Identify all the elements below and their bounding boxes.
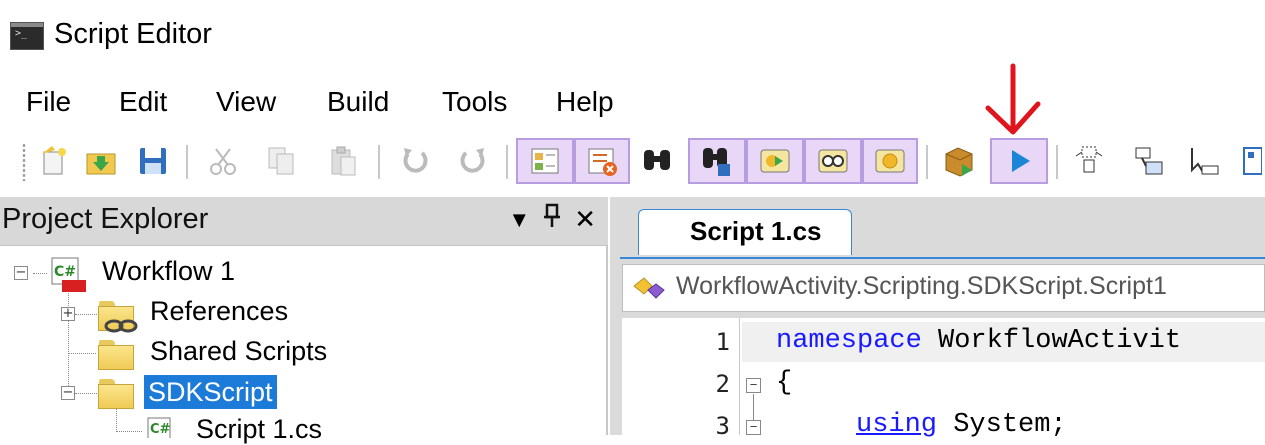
menu-build[interactable]: Build (327, 86, 389, 118)
toolbar-separator (506, 145, 508, 179)
terminal-app-icon (10, 22, 44, 50)
code-line-1: namespace WorkflowActivit (776, 326, 1181, 356)
toolbar-grip[interactable] (22, 143, 26, 181)
toolbar-separator (1056, 145, 1058, 179)
menu-view[interactable]: View (216, 86, 276, 118)
toolbar-separator (378, 145, 380, 179)
cut-icon[interactable] (200, 138, 246, 184)
title-bar: Script Editor (0, 0, 1265, 72)
class-navigator-icon (633, 277, 665, 299)
panel-dropdown-icon[interactable]: ▼ (508, 207, 530, 233)
code-text: System; (937, 410, 1067, 440)
tree-node-workflow[interactable]: Workflow 1 (102, 256, 235, 287)
copy-icon[interactable] (258, 138, 304, 184)
expander-sdkscript[interactable]: − (61, 386, 75, 400)
pin-icon[interactable] (542, 203, 562, 236)
panel-controls: ▼ ✕ (508, 203, 596, 236)
menu-tools[interactable]: Tools (442, 86, 507, 118)
window-title: Script Editor (54, 18, 212, 50)
watch-icon[interactable] (804, 138, 862, 184)
red-annotation-arrow-icon (985, 63, 1041, 135)
build-icon[interactable] (936, 138, 982, 184)
expander-workflow[interactable]: − (14, 266, 28, 280)
breakpoint-icon[interactable] (862, 138, 918, 184)
redo-icon[interactable] (450, 138, 496, 184)
menu-bar: File Edit View Build Tools Help (0, 80, 1265, 128)
tree-node-sdkscript[interactable]: SDKScript (144, 375, 277, 409)
collapse-region-icon[interactable]: − (746, 378, 761, 393)
close-icon[interactable]: ✕ (574, 204, 596, 235)
paste-icon[interactable] (320, 138, 366, 184)
svg-text:C#: C# (54, 264, 76, 280)
find-in-files-icon[interactable] (688, 138, 746, 184)
toolbar-separator (186, 145, 188, 179)
code-line-3: using System; (856, 410, 1067, 440)
tree-node-shared-scripts[interactable]: Shared Scripts (150, 336, 327, 367)
link-icon (104, 319, 138, 333)
tree-node-script-file[interactable]: Script 1.cs (196, 414, 322, 445)
properties-icon[interactable] (516, 138, 574, 184)
find-icon[interactable] (634, 138, 680, 184)
undo-icon[interactable] (392, 138, 438, 184)
project-explorer-header: Project Explorer ▼ ✕ (0, 197, 608, 246)
tree-node-references[interactable]: References (150, 296, 288, 327)
line-number: 3 (715, 412, 730, 440)
step-out-icon[interactable] (1180, 138, 1226, 184)
step-into-icon[interactable] (1066, 138, 1112, 184)
toolbar (0, 133, 1265, 193)
start-debug-icon[interactable] (746, 138, 804, 184)
run-icon[interactable] (990, 138, 1048, 184)
csharp-project-icon: C# (51, 257, 86, 292)
expander-references[interactable]: + (61, 307, 75, 321)
navigation-path: WorkflowActivity.Scripting.SDKScript.Scr… (676, 272, 1167, 300)
save-icon[interactable] (130, 138, 176, 184)
sdkscript-folder-icon (98, 379, 134, 409)
toolbar-separator (926, 145, 928, 179)
project-explorer-title: Project Explorer (2, 203, 209, 235)
open-folder-icon[interactable] (78, 138, 124, 184)
window-layout-icon[interactable] (1238, 138, 1265, 184)
line-number: 1 (715, 328, 730, 356)
code-line-2: { (776, 368, 792, 398)
code-text: WorkflowActivit (921, 326, 1182, 356)
step-over-icon[interactable] (1126, 138, 1172, 184)
code-text: { (776, 368, 793, 398)
shared-scripts-folder-icon (98, 340, 134, 370)
menu-edit[interactable]: Edit (119, 86, 167, 118)
tab-script-1-label: Script 1.cs (690, 216, 822, 246)
new-script-icon[interactable] (32, 138, 78, 184)
remove-icon[interactable] (574, 138, 630, 184)
line-number: 2 (715, 370, 730, 398)
collapse-region-icon[interactable]: − (746, 420, 761, 435)
code-keyword: using (856, 410, 938, 440)
menu-help[interactable]: Help (556, 86, 614, 118)
code-keyword: namespace (776, 326, 922, 356)
project-tree: − C# Workflow 1 + References Shared Scri… (0, 246, 608, 444)
menu-file[interactable]: File (26, 86, 71, 118)
